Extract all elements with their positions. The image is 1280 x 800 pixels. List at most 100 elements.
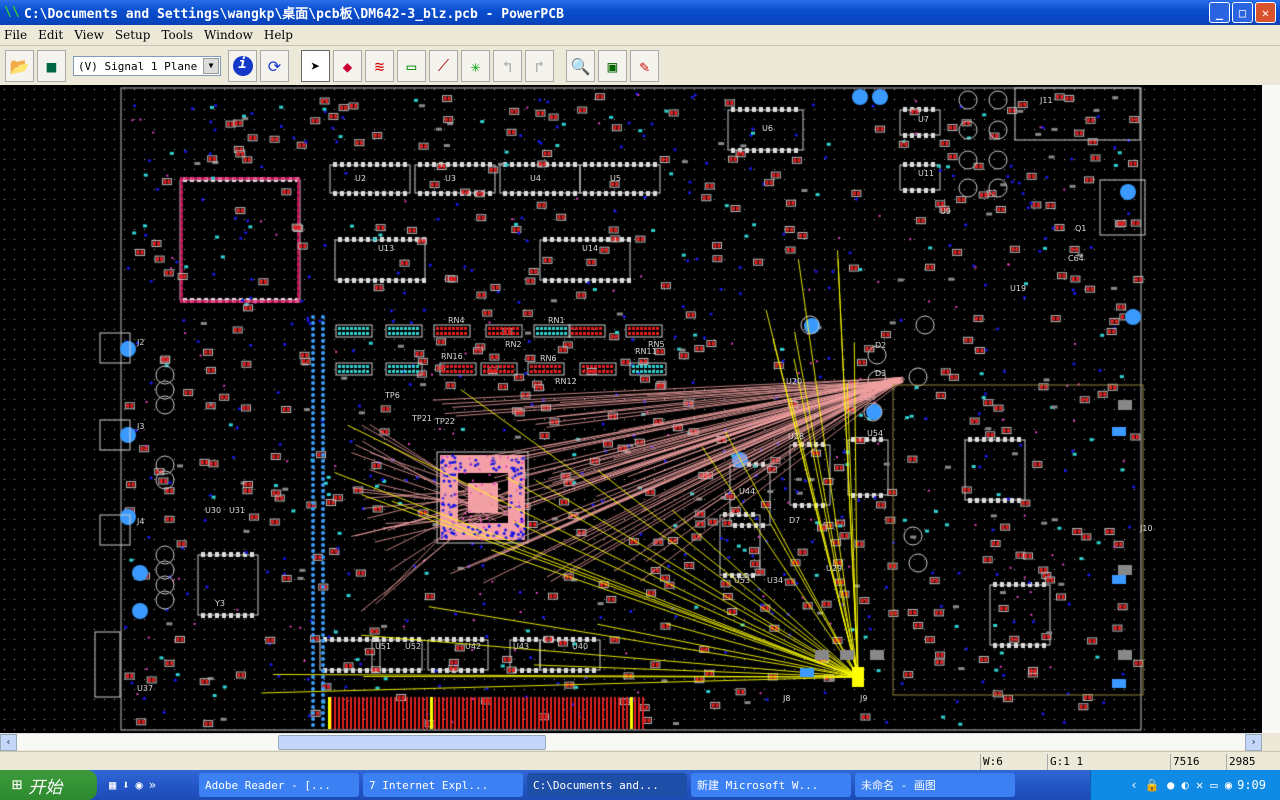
menu-window[interactable]: Window xyxy=(204,28,253,42)
task-powerpcb[interactable]: C:\Documents and... xyxy=(527,773,687,797)
arrow-cursor-icon: ➤ xyxy=(310,56,321,76)
redo-button[interactable]: ↱ xyxy=(525,50,554,82)
component-label: RN4 xyxy=(448,316,465,325)
dimension-button[interactable]: ▭ xyxy=(397,50,426,82)
component-label: U28 xyxy=(788,432,805,441)
pcb-workspace[interactable]: U2 U3 U4 U5 U6 U7 U11 U13 U14 J2 J3 J4 J11 RN1 RN2 RN4 R… xyxy=(0,85,1262,733)
component-label: D2 xyxy=(875,341,887,350)
menu-edit[interactable]: Edit xyxy=(38,28,63,42)
media-icon[interactable]: ◉ xyxy=(135,778,142,792)
query-button[interactable]: i xyxy=(228,50,257,82)
desktop-icon[interactable]: ▦ xyxy=(109,778,116,792)
menu-help[interactable]: Help xyxy=(264,28,293,42)
minimize-button[interactable]: _ xyxy=(1209,2,1230,23)
dimension-icon: ▭ xyxy=(406,56,417,76)
task-label: 7 Internet Expl... xyxy=(369,778,489,792)
component-label: U13 xyxy=(378,244,395,253)
menu-bar: File Edit View Setup Tools Window Help xyxy=(0,25,1280,46)
task-label: C:\Documents and... xyxy=(533,778,659,792)
component-label: J11 xyxy=(1040,96,1053,105)
drc-button[interactable]: ✳ xyxy=(461,50,490,82)
component-label: U20 xyxy=(786,377,803,386)
component-label: J10 xyxy=(1140,524,1153,533)
component-label: U4 xyxy=(530,174,541,183)
menu-view[interactable]: View xyxy=(74,28,104,42)
redraw-button[interactable]: ⟳ xyxy=(260,50,289,82)
component-label: U44 xyxy=(739,487,756,496)
component-label: TP21 xyxy=(412,414,432,423)
chevron-right-icon[interactable]: » xyxy=(149,778,156,792)
component-label: U40 xyxy=(572,642,589,651)
component-label: J9 xyxy=(860,694,868,703)
component-label: U43 xyxy=(513,642,530,651)
status-grid: G:1 1 xyxy=(1047,754,1170,770)
component-label: U11 xyxy=(918,169,935,178)
vertical-scrollbar[interactable] xyxy=(1262,85,1280,733)
status-x: 7516 xyxy=(1170,754,1226,770)
status-width: W:6 xyxy=(980,754,1047,770)
component-label: U52 xyxy=(405,642,422,651)
scroll-thumb[interactable] xyxy=(278,735,546,750)
undo-button[interactable]: ↰ xyxy=(493,50,522,82)
window-title: C:\Documents and Settings\wangkp\桌面\pcb板… xyxy=(24,7,564,22)
component-label: U5 xyxy=(610,174,621,183)
ecn-button[interactable]: ⟋ xyxy=(429,50,458,82)
open-button[interactable]: 📂 xyxy=(5,50,34,82)
info-icon: i xyxy=(232,56,253,76)
menu-file[interactable]: File xyxy=(4,28,27,42)
tray-icons[interactable]: ‹ 🔒 ● ◐ ✕ ▭ ◉ xyxy=(1130,778,1232,792)
component-label: RN2 xyxy=(505,340,522,349)
component-label: U7 xyxy=(918,115,929,124)
status-bar: W:6 G:1 1 7516 2985 xyxy=(0,751,1280,770)
component-label: RN1 xyxy=(548,316,565,325)
task-internet-explorer[interactable]: 7 Internet Expl... xyxy=(363,773,523,797)
scroll-left-button[interactable]: ‹ xyxy=(0,734,17,751)
clock: 9:09 xyxy=(1237,778,1266,792)
component-label: RN16 xyxy=(441,352,463,361)
close-button[interactable]: ✕ xyxy=(1255,2,1276,23)
task-label: Adobe Reader - [... xyxy=(205,778,331,792)
maximize-button[interactable]: □ xyxy=(1232,2,1253,23)
cam-icon: ▣ xyxy=(607,56,618,76)
component-label: TP22 xyxy=(435,417,455,426)
toolbar: 📂 ■ (V) Signal 1 Plane ▼ i ⟳ ➤ ◆ ≋ ▭ ⟋ ✳ … xyxy=(0,47,1280,85)
component-label: RN12 xyxy=(555,377,577,386)
horizontal-scrollbar[interactable]: ‹ › xyxy=(0,733,1262,751)
folder-open-icon: 📂 xyxy=(9,56,30,76)
chip-icon: ✳ xyxy=(470,56,481,76)
component-label: J8 xyxy=(783,694,791,703)
system-tray: ‹ 🔒 ● ◐ ✕ ▭ ◉ 9:09 xyxy=(1090,770,1280,800)
component-label: U51 xyxy=(375,642,392,651)
start-label: 开始 xyxy=(28,777,63,798)
verify-button[interactable]: ✎ xyxy=(630,50,659,82)
component-label: U34 xyxy=(767,576,784,585)
task-label: 未命名 - 画图 xyxy=(861,779,936,792)
zoom-button[interactable]: 🔍 xyxy=(566,50,595,82)
select-button[interactable]: ➤ xyxy=(301,50,330,82)
component-label: RN11 xyxy=(635,347,657,356)
design-toolbar-button[interactable]: ◆ xyxy=(333,50,362,82)
status-y: 2985 xyxy=(1226,754,1280,770)
task-paint[interactable]: 未命名 - 画图 xyxy=(855,773,1015,797)
powerpcb-logo-icon: \\ xyxy=(4,4,20,20)
pcb-board-canvas[interactable] xyxy=(0,85,1262,733)
start-button[interactable]: ⊞ 开始 xyxy=(0,770,97,800)
task-word[interactable]: 新建 Microsoft W... xyxy=(691,773,851,797)
task-adobe-reader[interactable]: Adobe Reader - [... xyxy=(199,773,359,797)
component-label: J4 xyxy=(137,517,145,526)
menu-tools[interactable]: Tools xyxy=(161,28,193,42)
component-label: U19 xyxy=(1010,284,1027,293)
chevron-down-icon[interactable]: ▼ xyxy=(203,58,219,74)
route-button[interactable]: ≋ xyxy=(365,50,394,82)
scroll-right-button[interactable]: › xyxy=(1245,734,1262,751)
component-label: Y3 xyxy=(215,599,225,608)
cam-button[interactable]: ▣ xyxy=(598,50,627,82)
layer-select[interactable]: (V) Signal 1 Plane ▼ xyxy=(73,56,221,76)
component-label: U9 xyxy=(940,207,951,216)
floppy-icon: ■ xyxy=(46,56,57,76)
quick-launch: ▦ ⬇ ◉ » xyxy=(109,778,199,792)
download-icon[interactable]: ⬇ xyxy=(122,778,129,792)
component-label: U14 xyxy=(582,244,599,253)
menu-setup[interactable]: Setup xyxy=(115,28,151,42)
save-button[interactable]: ■ xyxy=(37,50,66,82)
